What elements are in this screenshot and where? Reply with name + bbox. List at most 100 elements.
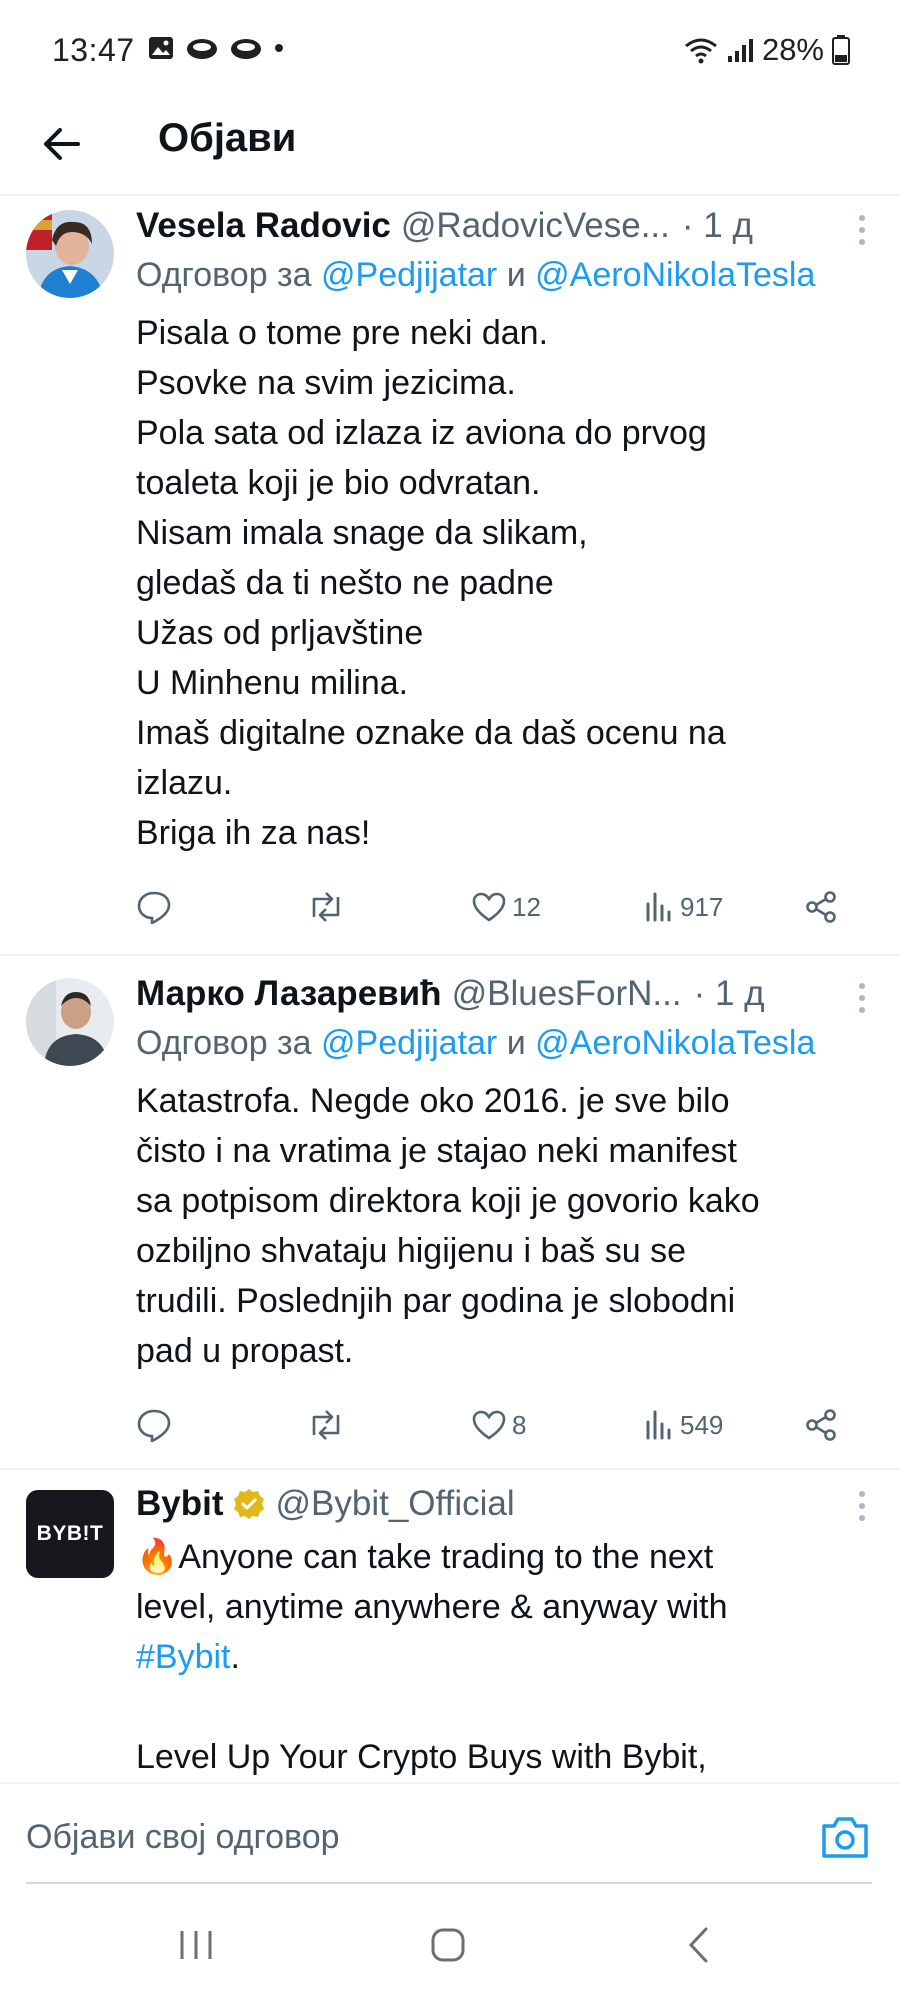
tweet-reply[interactable]: Марко Лазаревић @BluesForN... · 1 д Одго… — [0, 956, 900, 1470]
hashtag-link[interactable]: #Bybit — [136, 1638, 231, 1676]
reply-prefix: Одговор за — [136, 256, 312, 294]
tweet-text-line: Level Up Your Crypto Buys with Bybit, — [136, 1738, 707, 1776]
author-name[interactable]: Bybit — [136, 1484, 224, 1524]
tweet-time: · 1 д — [681, 206, 753, 245]
share-button[interactable] — [804, 1408, 838, 1442]
status-time: 13:47 — [52, 32, 135, 68]
heart-icon — [472, 892, 506, 922]
avatar[interactable]: BYB!T — [26, 1490, 114, 1578]
retweet-button[interactable] — [306, 891, 346, 923]
reply-input[interactable]: Објави свој одговор — [26, 1818, 340, 1857]
composer-divider — [26, 1882, 872, 1884]
author-handle[interactable]: @BluesForN... — [452, 974, 682, 1014]
retweet-button[interactable] — [306, 1409, 346, 1441]
like-count: 8 — [512, 1409, 527, 1440]
recent-apps-button[interactable] — [166, 1920, 226, 1970]
reply-icon — [137, 891, 171, 924]
views-icon — [646, 1410, 671, 1440]
like-button[interactable]: 8 — [472, 1410, 526, 1441]
heart-icon — [472, 1410, 506, 1440]
avatar[interactable] — [26, 210, 114, 298]
tweet-text-line: Pola sata od izlaza iz aviona do prvog — [136, 414, 707, 452]
share-icon — [806, 891, 836, 923]
tweet-time: · 1 д — [693, 974, 765, 1013]
mention-link[interactable]: @AeroNikolaTesla — [535, 1024, 815, 1062]
promoted-tweet[interactable]: BYB!T Bybit @Bybit_Official 🔥Anyone can … — [0, 1470, 900, 1790]
author-name[interactable]: Vesela Radovic — [136, 206, 391, 246]
more-options-icon[interactable] — [852, 1486, 872, 1526]
retweet-icon — [312, 892, 340, 922]
tweet-text-line: U Minhenu milina. — [136, 664, 409, 702]
tweet-text: Pisala o tome pre neki dan. Psovke na sv… — [136, 308, 870, 858]
mention-link[interactable]: @AeroNikolaTesla — [535, 256, 815, 294]
author-handle[interactable]: @Bybit_Official — [276, 1484, 515, 1524]
recent-apps-icon — [180, 1931, 212, 1959]
share-button[interactable] — [804, 890, 838, 924]
like-count: 12 — [512, 891, 541, 922]
tweet-text: Katastrofa. Negde oko 2016. je sve bilo … — [136, 1076, 870, 1376]
home-button[interactable] — [418, 1920, 478, 1970]
reply-and: и — [506, 256, 526, 294]
tweet-text-line: Katastrofa. Negde oko 2016. je sve bilo — [136, 1082, 730, 1120]
views-icon — [646, 892, 671, 922]
battery-icon — [832, 35, 850, 65]
bybit-logo: BYB!T — [36, 1522, 104, 1545]
tweet-text-line: izlazu. — [136, 764, 233, 802]
home-icon — [431, 1928, 465, 1962]
views-button[interactable]: 917 — [644, 892, 723, 923]
author-name[interactable]: Марко Лазаревић — [136, 974, 442, 1014]
tweet-header: Vesela Radovic @RadovicVese... · 1 д — [136, 206, 870, 246]
tweet-text-line: sa potpisom direktora koji je govorio ka… — [136, 1182, 760, 1220]
tweet-actions: 8 549 — [136, 1400, 880, 1450]
reply-prefix: Одговор за — [136, 1024, 312, 1062]
tweet-header: Марко Лазаревић @BluesForN... · 1 д — [136, 974, 870, 1014]
mention-link[interactable]: @Pedjijatar — [321, 1024, 497, 1062]
arrow-left-icon — [44, 128, 80, 160]
views-button[interactable]: 549 — [644, 1410, 723, 1441]
status-bar: 13:47 28% — [0, 0, 900, 100]
back-button[interactable] — [36, 118, 88, 170]
mention-link[interactable]: @Pedjijatar — [321, 256, 497, 294]
tweet-text-line: Imaš digitalne oznake da daš ocenu na — [136, 714, 726, 752]
header: Објави — [0, 100, 900, 196]
cloud-icon — [231, 39, 261, 59]
gallery-icon — [149, 37, 173, 59]
reply-and: и — [506, 1024, 526, 1062]
tweet-text-line: toaleta koji je bio odvratan. — [136, 464, 541, 502]
view-count: 917 — [680, 891, 724, 922]
signal-icon — [727, 39, 753, 62]
tweet-text-line: Briga ih za nas! — [136, 814, 371, 852]
tweet-reply[interactable]: Vesela Radovic @RadovicVese... · 1 д Одг… — [0, 196, 900, 956]
more-options-icon[interactable] — [852, 210, 872, 250]
tweet-text-line: čisto i na vratima je stajao neki manife… — [136, 1132, 737, 1170]
dot-icon — [275, 44, 283, 52]
tweet-text-line: gledaš da ti nešto ne padne — [136, 564, 554, 602]
share-icon — [806, 1409, 836, 1441]
tweet-text-line: 🔥Anyone can take trading to the next — [136, 1538, 714, 1576]
author-handle[interactable]: @RadovicVese... — [401, 206, 670, 246]
tweet-text-line: Psovke na svim jezicima. — [136, 364, 516, 402]
tweet-text-line: pad u propast. — [136, 1332, 354, 1370]
tweet-text-line: Nisam imala snage da slikam, — [136, 514, 588, 552]
more-options-icon[interactable] — [852, 978, 872, 1018]
reply-icon — [137, 1409, 171, 1442]
tweet-text-line: #Bybit. — [136, 1632, 870, 1682]
status-right: 28% — [684, 32, 850, 68]
retweet-icon — [312, 1410, 340, 1440]
page-title: Објави — [158, 116, 297, 160]
system-back-button[interactable] — [668, 1920, 728, 1970]
chevron-left-icon — [688, 1927, 708, 1963]
reply-button[interactable] — [136, 1408, 172, 1442]
view-count: 549 — [680, 1409, 724, 1440]
tweet-actions: 12 917 — [136, 882, 880, 932]
reply-button[interactable] — [136, 890, 172, 924]
tweet-text-line: ozbiljno shvataju higijenu i baš su se — [136, 1232, 687, 1270]
reply-composer: Објави свој одговор — [0, 1782, 900, 1892]
hashtag-suffix: . — [230, 1638, 240, 1676]
tweet-text-line: Pisala o tome pre neki dan. — [136, 314, 549, 352]
tweet-header: Bybit @Bybit_Official — [136, 1484, 870, 1524]
avatar[interactable] — [26, 978, 114, 1066]
like-button[interactable]: 12 — [472, 892, 541, 923]
camera-icon[interactable] — [820, 1814, 870, 1860]
